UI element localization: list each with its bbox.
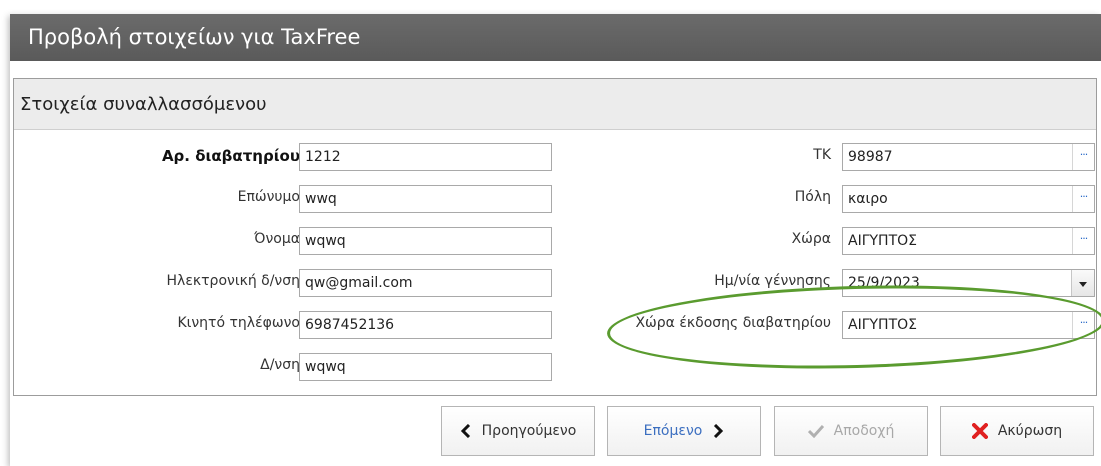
passport-issuing-country-lookup-icon[interactable]: ···	[1072, 312, 1094, 338]
country-field[interactable]: ΑΙΓΥΠΤΟΣ ···	[842, 227, 1095, 255]
cancel-button-label: Ακύρωση	[997, 423, 1063, 439]
mobile-phone-label: Κινητό τηλέφωνο	[177, 315, 300, 331]
city-label: Πόλη	[794, 189, 831, 205]
red-x-icon	[971, 423, 988, 439]
first-name-field[interactable]: wqwq	[299, 227, 552, 255]
cancel-button[interactable]: Ακύρωση	[940, 406, 1094, 456]
city-lookup-icon[interactable]: ···	[1072, 186, 1094, 212]
city-field[interactable]: καιρο ···	[842, 185, 1095, 213]
previous-button-label: Προηγούμενο	[481, 423, 577, 439]
next-button-label: Επόμενο	[643, 423, 703, 439]
email-field[interactable]: qw@gmail.com	[299, 269, 552, 297]
email-label: Ηλεκτρονική δ/νση	[166, 273, 301, 289]
postal-code-label: ΤΚ	[813, 147, 831, 163]
city-value: καιρο	[848, 191, 888, 207]
surname-field[interactable]: wwq	[299, 185, 552, 213]
country-value: ΑΙΓΥΠΤΟΣ	[848, 233, 918, 249]
birth-date-field[interactable]: 25/9/2023	[842, 269, 1095, 297]
address-label: Δ/νση	[260, 357, 300, 373]
accept-button[interactable]: Αποδοχή	[774, 406, 928, 456]
chevron-left-icon	[460, 424, 472, 438]
address-field[interactable]: wqwq	[299, 353, 552, 381]
passport-issuing-country-label: Χώρα έκδοσης διαβατηρίου	[635, 315, 831, 331]
previous-button[interactable]: Προηγούμενο	[441, 406, 595, 456]
checkmark-icon	[807, 424, 824, 438]
surname-label: Επώνυμο	[237, 189, 300, 205]
passport-issuing-country-field[interactable]: ΑΙΓΥΠΤΟΣ ···	[842, 311, 1095, 339]
postal-code-value: 98987	[848, 149, 893, 165]
section-title: Στοιχεία συναλλασσόμενου	[14, 79, 1096, 130]
dialog-title: Προβολή στοιχείων για TaxFree	[10, 14, 1101, 61]
passport-number-field[interactable]: 1212	[299, 143, 552, 171]
postal-code-field[interactable]: 98987 ···	[842, 143, 1095, 171]
passport-number-label: Αρ. διαβατηρίου	[161, 147, 300, 165]
postal-code-lookup-icon[interactable]: ···	[1072, 144, 1094, 170]
next-button[interactable]: Επόμενο	[607, 406, 761, 456]
country-lookup-icon[interactable]: ···	[1072, 228, 1094, 254]
country-label: Χώρα	[791, 231, 831, 247]
birth-date-label: Ημ/νία γέννησης	[714, 273, 831, 289]
mobile-phone-field[interactable]: 6987452136	[299, 311, 552, 339]
chevron-down-icon[interactable]	[1071, 270, 1094, 296]
passport-issuing-country-value: ΑΙΓΥΠΤΟΣ	[848, 317, 918, 333]
accept-button-label: Αποδοχή	[833, 423, 895, 439]
first-name-label: Όνομα	[254, 231, 300, 247]
taxfree-dialog: Προβολή στοιχείων για TaxFree Στοιχεία σ…	[10, 14, 1101, 466]
chevron-right-icon	[712, 424, 724, 438]
birth-date-value: 25/9/2023	[848, 275, 920, 291]
